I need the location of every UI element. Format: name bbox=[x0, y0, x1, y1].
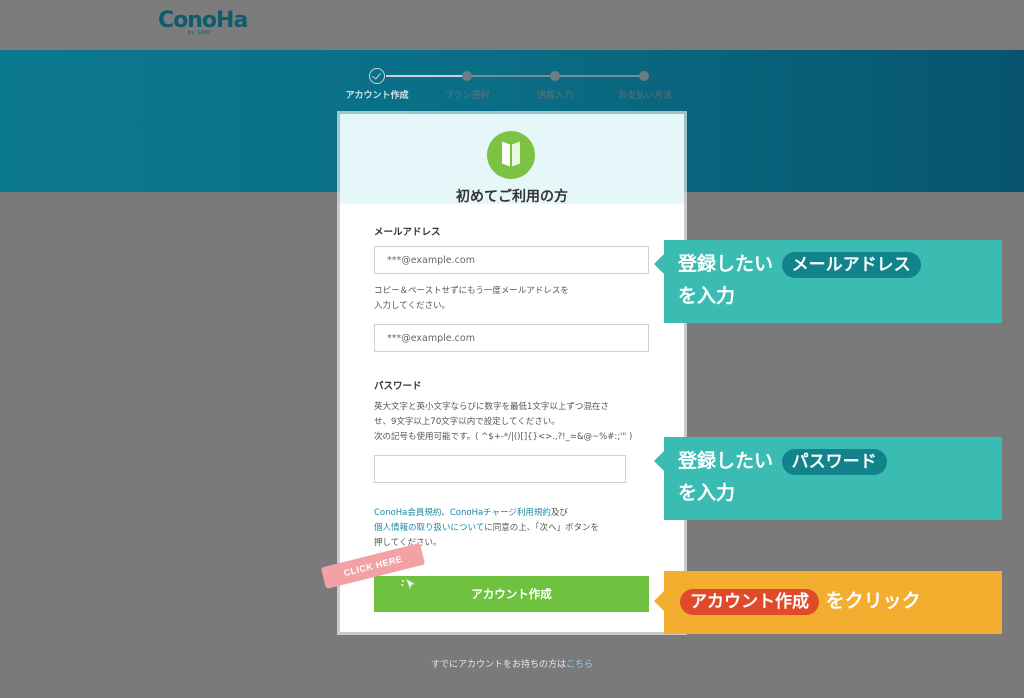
callout-password: 登録したい パスワード を入力 bbox=[654, 437, 1002, 520]
callout-submit-suffix: をクリック bbox=[825, 590, 921, 612]
step-connector bbox=[558, 75, 644, 77]
step-dot-icon bbox=[462, 71, 472, 81]
callout-submit-pill: アカウント作成 bbox=[680, 589, 819, 615]
email-confirm-note-line1: コピー＆ペーストせずにもう一度メールアドレスを bbox=[374, 286, 569, 296]
step-connector bbox=[468, 75, 552, 77]
progress-stepper: アカウント作成 プラン選択 情報入力 お支払い方法 bbox=[0, 0, 1024, 110]
login-prompt: すでにアカウントをお持ちの方はこちら bbox=[0, 657, 1024, 670]
email-confirm-note: コピー＆ペーストせずにもう一度メールアドレスを 入力してください。 bbox=[374, 284, 569, 314]
terms-link-charge[interactable]: ConoHaチャージ利用規約 bbox=[450, 508, 551, 518]
step-connector bbox=[386, 75, 465, 77]
terms-tail: に同意の上、「次へ」ボタンを bbox=[484, 523, 600, 533]
callout-email-line1: 登録したい メールアドレス bbox=[678, 248, 988, 280]
terms-sep: 、 bbox=[441, 508, 450, 518]
step-label-plan: プラン選択 bbox=[444, 91, 490, 101]
terms-link-privacy[interactable]: 個人情報の取り扱いについて bbox=[374, 523, 484, 533]
password-note-line3: 次の記号も使用可能です。( ^$+-*/|()[]{}<>.,?!_=&@~%#… bbox=[374, 432, 633, 442]
beginner-mark-icon bbox=[487, 131, 535, 179]
callout-arrow bbox=[654, 254, 664, 274]
password-label: パスワード bbox=[374, 381, 422, 392]
email-label: メールアドレス bbox=[374, 227, 441, 238]
callout-arrow bbox=[654, 451, 664, 471]
email-confirm-note-line2: 入力してください。 bbox=[374, 301, 450, 311]
login-prompt-text: すでにアカウントをお持ちの方は bbox=[430, 660, 567, 670]
password-field[interactable] bbox=[374, 455, 626, 483]
callout-submit: アカウント作成 をクリック bbox=[654, 571, 1002, 634]
password-note-line1: 英大文字と英小文字ならびに数字を最低1文字以上ずつ混在さ bbox=[374, 402, 609, 412]
callout-password-pill: パスワード bbox=[781, 449, 887, 475]
step-check-icon bbox=[369, 68, 385, 84]
step-label-info: 情報入力 bbox=[536, 91, 574, 101]
card-header: 初めてご利用の方 bbox=[340, 114, 684, 205]
password-note-line2: せ、9文字以上70文字以内で設定してください。 bbox=[374, 417, 560, 427]
step-label-account: アカウント作成 bbox=[345, 91, 409, 101]
email-field[interactable] bbox=[374, 246, 649, 274]
card-title: 初めてご利用の方 bbox=[456, 189, 568, 205]
callout-password-prefix: 登録したい bbox=[678, 450, 774, 472]
terms-note: ConoHa会員規約、ConoHaチャージ利用規約及び 個人情報の取り扱いについ… bbox=[374, 506, 599, 551]
callout-email-line2: を入力 bbox=[678, 285, 736, 307]
terms-link-member[interactable]: ConoHa会員規約 bbox=[374, 508, 441, 518]
email-confirm-field[interactable] bbox=[374, 324, 649, 352]
step-dot-icon bbox=[550, 71, 560, 81]
callout-email-prefix: 登録したい bbox=[678, 253, 774, 275]
terms-and: 及び bbox=[550, 508, 568, 518]
login-link[interactable]: こちら bbox=[566, 660, 593, 670]
step-label-payment: お支払い方法 bbox=[617, 91, 673, 101]
step-dot-icon bbox=[639, 71, 649, 81]
callout-arrow bbox=[654, 591, 664, 611]
callout-email: 登録したい メールアドレス を入力 bbox=[654, 240, 1002, 323]
callout-password-line2: を入力 bbox=[678, 482, 736, 504]
cursor-sparkle-icon bbox=[401, 577, 417, 591]
callout-email-pill: メールアドレス bbox=[781, 252, 921, 278]
password-rules-note: 英大文字と英小文字ならびに数字を最低1文字以上ずつ混在さ せ、9文字以上70文字… bbox=[374, 400, 632, 445]
callout-password-line1: 登録したい パスワード bbox=[678, 445, 988, 477]
